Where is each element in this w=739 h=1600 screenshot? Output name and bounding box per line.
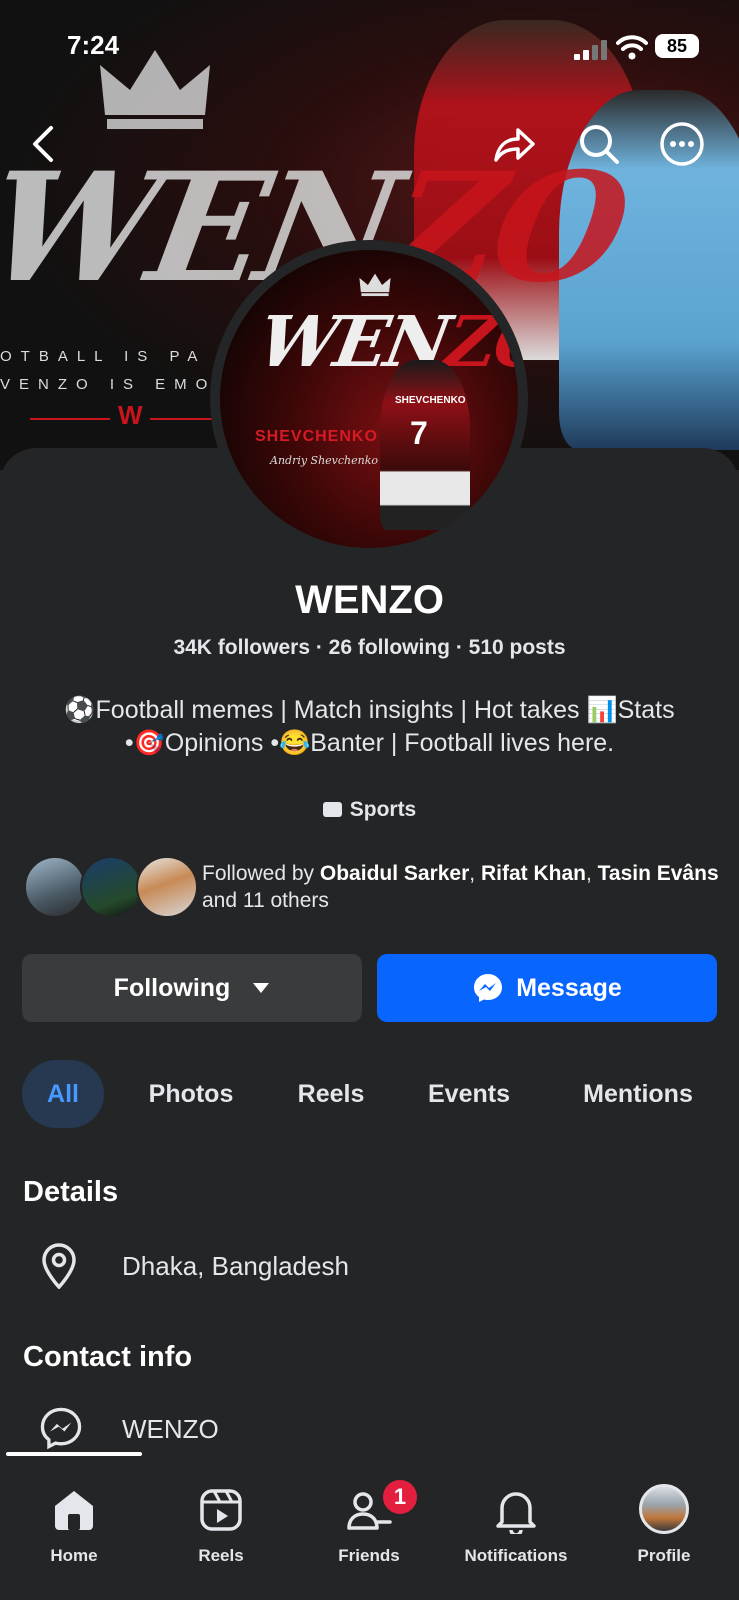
mutual-followers[interactable]: Followed by Obaidul Sarker, Rifat Khan, … xyxy=(24,856,724,918)
caret-down-icon xyxy=(253,983,270,993)
location-pin-icon xyxy=(42,1243,76,1289)
friends-badge: 1 xyxy=(381,1478,419,1516)
tab-mentions[interactable]: Mentions xyxy=(568,1060,708,1128)
tab-all[interactable]: All xyxy=(22,1060,104,1128)
location-text: Dhaka, Bangladesh xyxy=(122,1251,349,1281)
messenger-username: WENZO xyxy=(122,1414,219,1444)
more-options-button[interactable] xyxy=(658,120,706,168)
status-time: 7:24 xyxy=(67,30,120,60)
cover-tagline-2: VENZO IS EMO xyxy=(0,376,217,393)
category-icon xyxy=(322,802,342,817)
profile-stats[interactable]: 34K followers · 26 following · 510 posts xyxy=(0,636,739,660)
nav-notifications[interactable]: Notifications xyxy=(446,1470,586,1570)
avatar-shirt-name: SHEVCHENKO xyxy=(395,395,466,406)
nav-reels-label: Reels xyxy=(198,1546,244,1565)
page-title: WENZO xyxy=(295,578,444,622)
cover-tagline-1: OTBALL IS PA xyxy=(0,348,207,365)
profile-avatar-icon xyxy=(639,1484,689,1534)
battery-indicator: 85 xyxy=(655,34,699,58)
wifi-icon xyxy=(616,35,648,60)
crown-icon xyxy=(359,273,391,297)
share-icon xyxy=(494,128,535,162)
messenger-icon xyxy=(40,1407,82,1450)
nav-profile[interactable]: Profile xyxy=(594,1470,734,1570)
bio-line-1: ⚽Football memes | Match insights | Hot t… xyxy=(64,696,675,724)
avatar-signature: Andriy Shevchenko xyxy=(270,454,379,467)
avatar-image: WENZO SHEVCHENKO 7 SHEVCHENKO Andriy She… xyxy=(220,250,518,548)
avatar-title: WENZO xyxy=(252,300,518,383)
bottom-nav: Home Reels 1 Friends Notifications Profi… xyxy=(0,1456,739,1600)
nav-home-label: Home xyxy=(50,1546,98,1565)
following-button[interactable]: Following xyxy=(22,954,362,1022)
profile-tabs: All Photos Reels Events Mentions xyxy=(0,1060,739,1128)
detail-location[interactable]: Dhaka, Bangladesh xyxy=(23,1237,723,1297)
search-icon xyxy=(580,125,619,164)
message-label: Message xyxy=(516,973,622,1002)
profile-bio: ⚽Football memes | Match insights | Hot t… xyxy=(20,694,719,760)
avatar xyxy=(80,856,142,918)
nav-profile-label: Profile xyxy=(637,1546,691,1565)
messenger-icon xyxy=(474,974,503,1002)
mutual-followers-text: Followed by Obaidul Sarker, Rifat Khan, … xyxy=(202,862,719,912)
tab-photos[interactable]: Photos xyxy=(136,1060,246,1128)
tab-reels[interactable]: Reels xyxy=(286,1060,376,1128)
status-bar: 7:24 85 xyxy=(0,0,739,95)
avatar xyxy=(24,856,86,918)
avatar xyxy=(136,856,198,918)
search-button[interactable] xyxy=(575,120,623,168)
reels-icon xyxy=(200,1489,242,1531)
message-button[interactable]: Message xyxy=(377,954,717,1022)
nav-friends-label: Friends xyxy=(338,1546,400,1565)
tab-events[interactable]: Events xyxy=(414,1060,524,1128)
contact-heading: Contact info xyxy=(23,1341,193,1373)
following-label: Following xyxy=(113,973,231,1002)
home-icon xyxy=(55,1491,93,1530)
nav-home[interactable]: Home xyxy=(4,1470,144,1570)
chevron-left-icon xyxy=(33,126,53,162)
avatar-shirt-number: 7 xyxy=(410,415,428,451)
profile-avatar[interactable]: WENZO SHEVCHENKO 7 SHEVCHENKO Andriy She… xyxy=(210,240,528,558)
share-button[interactable] xyxy=(490,120,538,168)
contact-messenger[interactable]: WENZO xyxy=(23,1400,723,1460)
more-icon xyxy=(660,122,704,166)
divider xyxy=(30,418,110,420)
avatar-caption: SHEVCHENKO xyxy=(255,428,378,445)
nav-reels[interactable]: Reels xyxy=(151,1470,291,1570)
home-indicator xyxy=(6,1452,142,1456)
details-heading: Details xyxy=(23,1176,119,1208)
nav-notifications-label: Notifications xyxy=(464,1546,568,1565)
category-label: Sports xyxy=(349,798,417,821)
profile-category[interactable]: Sports xyxy=(0,798,739,822)
signal-icon xyxy=(574,40,607,60)
back-button[interactable] xyxy=(20,120,68,168)
cover-logo: W xyxy=(118,400,143,430)
nav-friends[interactable]: 1 Friends xyxy=(299,1470,439,1570)
bell-icon xyxy=(496,1492,536,1534)
bio-line-2: •🎯Opinions •😂Banter | Football lives her… xyxy=(124,729,615,757)
